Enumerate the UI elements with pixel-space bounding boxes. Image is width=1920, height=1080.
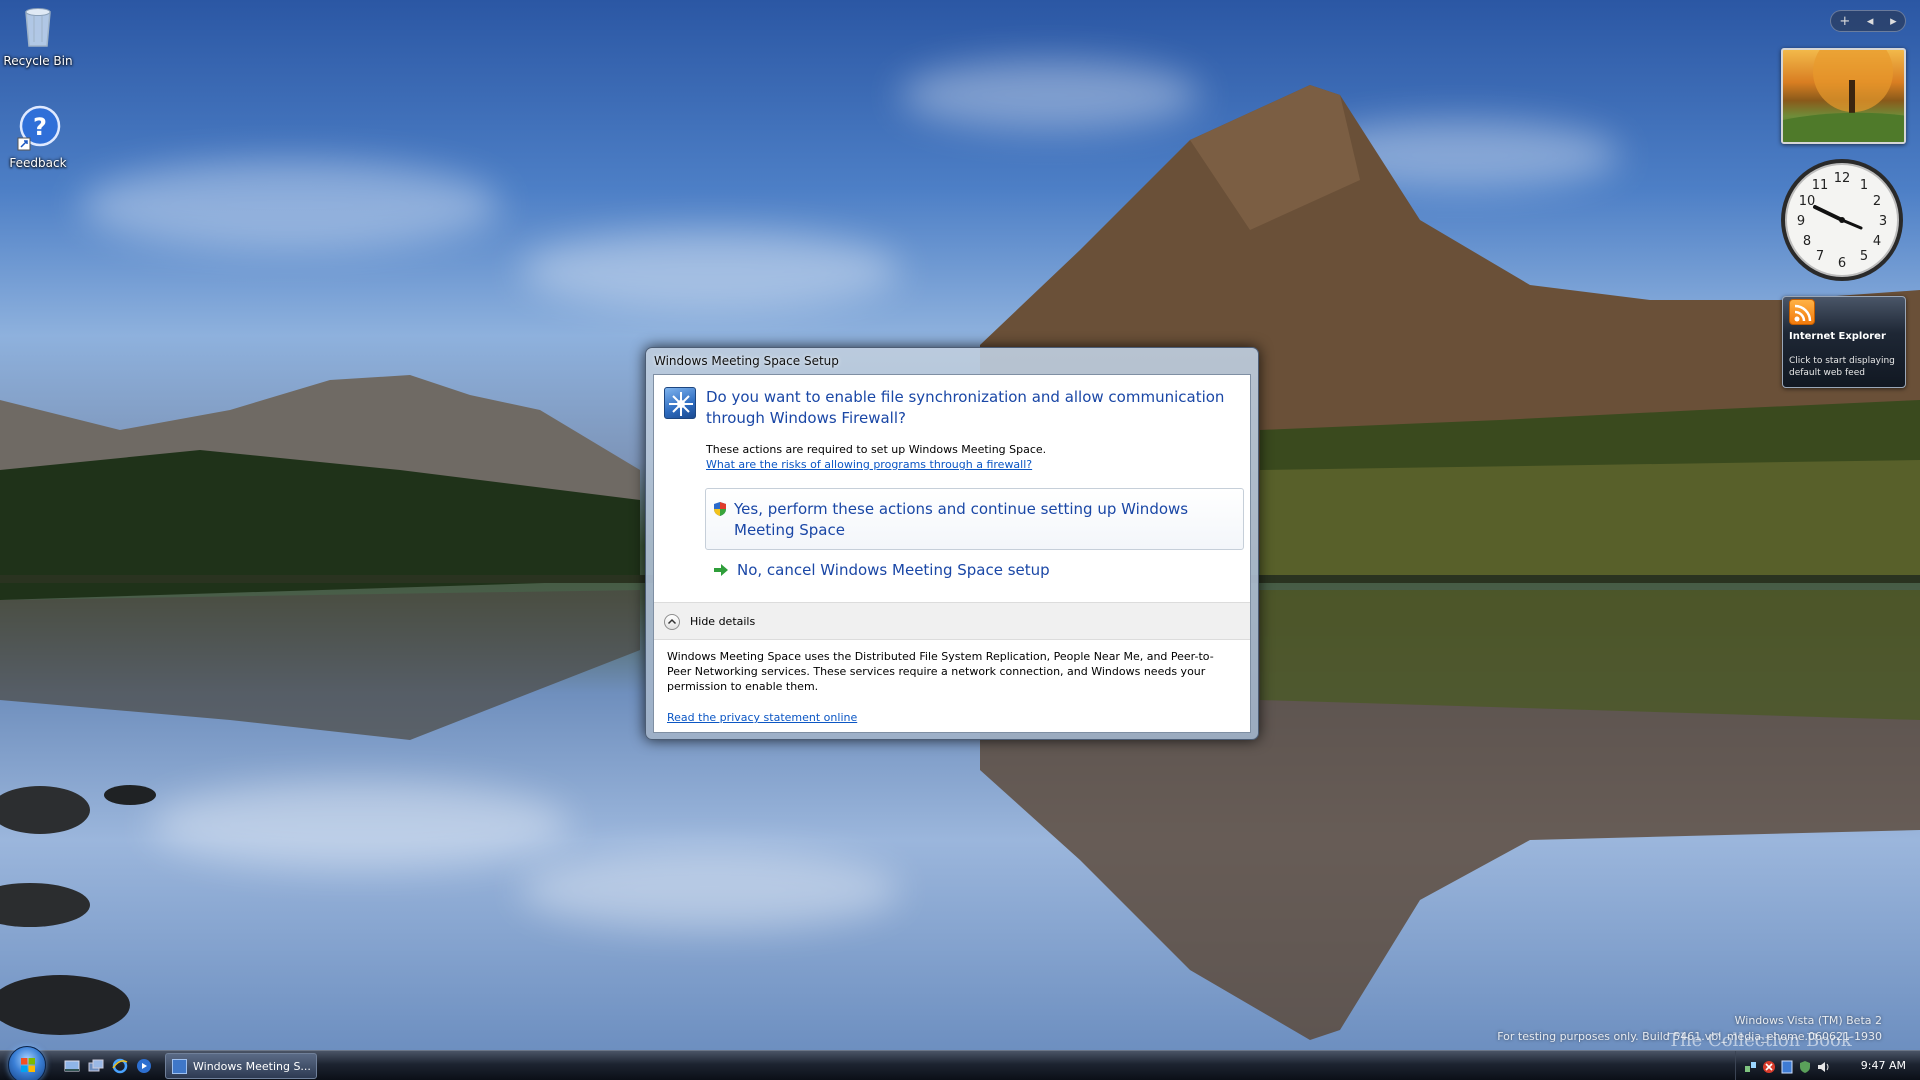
previous-gadget-page-button[interactable]: ◂ xyxy=(1867,14,1874,29)
dialog-subtext: These actions are required to set up Win… xyxy=(706,443,1047,456)
meeting-space-task-icon xyxy=(172,1059,187,1074)
add-gadget-button[interactable]: + xyxy=(1839,14,1850,29)
dialog-title: Windows Meeting Space Setup xyxy=(654,354,839,368)
security-alert-icon[interactable] xyxy=(1762,1059,1776,1073)
network-status-icon[interactable] xyxy=(1744,1059,1758,1073)
switch-windows-icon[interactable] xyxy=(88,1058,104,1074)
collapse-details-button[interactable] xyxy=(664,614,680,630)
sidebar-controls: + ◂ ▸ xyxy=(1830,10,1906,32)
clock-numeral-5: 5 xyxy=(1860,249,1868,264)
windows-logo-icon xyxy=(21,1058,35,1072)
uac-shield-icon xyxy=(713,501,727,521)
green-arrow-icon xyxy=(713,562,729,581)
taskbar-button-meeting-space-setup[interactable]: Windows Meeting S... xyxy=(165,1053,317,1079)
watermark-edition: Windows Vista (TM) Beta 2 xyxy=(1734,1014,1882,1027)
feed-headlines-gadget[interactable]: Internet Explorer Click to start display… xyxy=(1782,296,1906,388)
feedback-label: Feedback xyxy=(9,156,67,170)
show-desktop-icon[interactable] xyxy=(64,1058,80,1074)
clock-numeral-10: 10 xyxy=(1799,194,1816,209)
hide-details-label[interactable]: Hide details xyxy=(690,615,755,628)
next-gadget-page-button[interactable]: ▸ xyxy=(1890,14,1897,29)
volume-icon[interactable] xyxy=(1816,1059,1830,1073)
clock-numeral-4: 4 xyxy=(1873,234,1881,249)
internet-explorer-icon[interactable] xyxy=(112,1058,128,1074)
media-player-icon[interactable] xyxy=(136,1058,152,1074)
chevron-up-icon xyxy=(667,618,677,625)
slideshow-gadget[interactable] xyxy=(1781,48,1906,144)
rss-feed-icon xyxy=(1789,299,1815,325)
clock-numeral-2: 2 xyxy=(1873,194,1881,209)
firewall-risks-link[interactable]: What are the risks of allowing programs … xyxy=(706,458,1032,471)
clock-gadget[interactable]: 12 1 2 3 4 5 6 7 8 9 10 11 xyxy=(1779,157,1905,283)
no-cancel-label: No, cancel Windows Meeting Space setup xyxy=(737,561,1050,579)
yes-continue-label: Yes, perform these actions and continue … xyxy=(734,500,1189,539)
help-feedback-icon: ? xyxy=(14,104,62,152)
clock-numeral-11: 11 xyxy=(1812,178,1829,193)
clock-numeral-3: 3 xyxy=(1879,214,1887,229)
feed-gadget-title: Internet Explorer xyxy=(1789,331,1886,342)
clock-numeral-12: 12 xyxy=(1834,171,1851,186)
collection-book-watermark: The Collection Book xyxy=(1668,1030,1852,1051)
autumn-tree-photo xyxy=(1783,50,1904,142)
windows-defender-icon[interactable] xyxy=(1798,1059,1812,1073)
clock-numeral-7: 7 xyxy=(1816,249,1824,264)
meeting-space-setup-dialog: Windows Meeting Space Setup Do you want … xyxy=(645,347,1259,740)
no-cancel-command-link[interactable]: No, cancel Windows Meeting Space setup xyxy=(705,557,1244,585)
meeting-space-icon xyxy=(664,387,696,419)
dialog-body: Do you want to enable file synchronizati… xyxy=(653,374,1251,733)
recycle-bin-icon xyxy=(14,2,62,50)
taskbar-button-label: Windows Meeting S... xyxy=(193,1060,311,1073)
recycle-bin-label: Recycle Bin xyxy=(3,54,73,68)
notification-area: 9:47 AM xyxy=(1735,1051,1920,1080)
dialog-main-instruction: Do you want to enable file synchronizati… xyxy=(706,388,1225,427)
yes-continue-command-link[interactable]: Yes, perform these actions and continue … xyxy=(705,488,1244,550)
clock-numeral-6: 6 xyxy=(1838,256,1846,271)
start-button[interactable] xyxy=(8,1046,46,1080)
details-expander-bar: Hide details xyxy=(654,602,1250,640)
clock-numeral-8: 8 xyxy=(1803,234,1811,249)
clock-numeral-9: 9 xyxy=(1797,214,1805,229)
svg-text:?: ? xyxy=(33,113,47,141)
sidebar-tray-icon[interactable] xyxy=(1780,1059,1794,1074)
taskbar: Windows Meeting S... 9:47 AM xyxy=(0,1046,1920,1080)
clock-numeral-1: 1 xyxy=(1860,178,1868,193)
desktop-icon-recycle-bin[interactable]: Recycle Bin xyxy=(0,2,76,68)
desktop-icon-feedback[interactable]: ? Feedback xyxy=(0,104,76,170)
details-description: Windows Meeting Space uses the Distribut… xyxy=(667,650,1214,693)
taskbar-clock[interactable]: 9:47 AM xyxy=(1861,1059,1906,1072)
feed-gadget-message[interactable]: Click to start displaying default web fe… xyxy=(1789,355,1901,379)
privacy-statement-link[interactable]: Read the privacy statement online xyxy=(667,711,857,724)
